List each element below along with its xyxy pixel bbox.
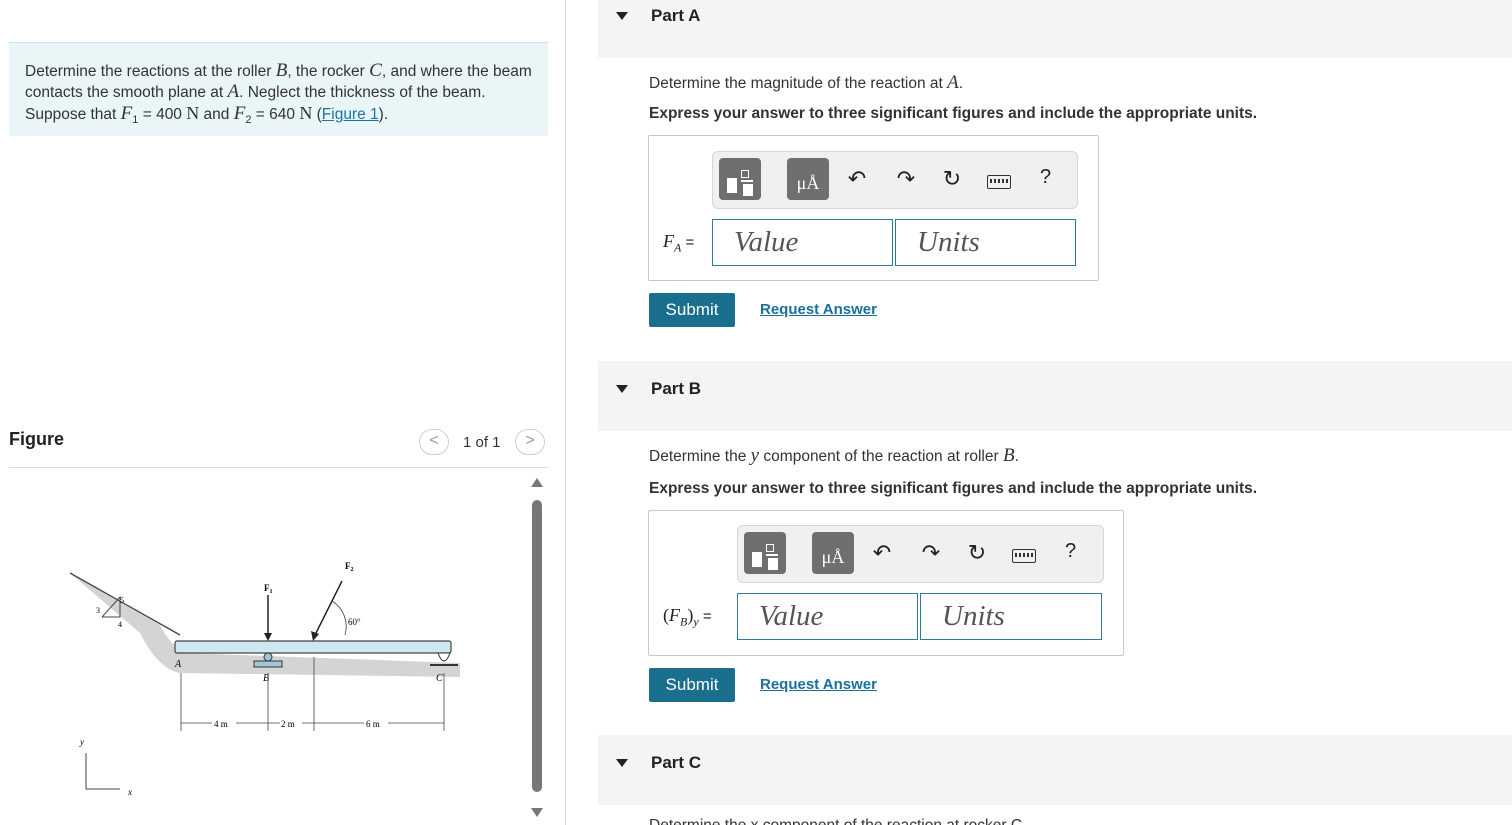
templates-button[interactable] xyxy=(719,158,761,200)
point-A-label: A xyxy=(174,659,182,670)
scroll-thumb[interactable] xyxy=(532,500,542,792)
units-input[interactable]: Units xyxy=(895,219,1076,266)
previous-figure-button[interactable]: < xyxy=(419,429,449,455)
slope-label-4: 4 xyxy=(118,620,122,629)
symbol-F1: F xyxy=(120,103,133,124)
scroll-down-arrow-icon[interactable] xyxy=(531,808,543,817)
templates-button[interactable] xyxy=(744,532,786,574)
figure-link[interactable]: Figure 1 xyxy=(322,106,379,123)
figure-scrollbar[interactable] xyxy=(530,478,544,821)
symbol-A: A xyxy=(947,72,959,93)
axis-x-label: x xyxy=(127,787,132,797)
part-c-title: Part C xyxy=(651,753,702,772)
force-F1-label: F1 xyxy=(264,583,273,595)
redo-icon[interactable]: ↷ xyxy=(918,540,944,566)
part-a-answer-box: μÅ ↶ ↷ ↻ ? FA = Value Units xyxy=(648,135,1099,281)
answer-label-FBy: (FB)y = xyxy=(663,605,712,629)
symbol-C: C xyxy=(369,60,382,81)
problem-text: = 640 xyxy=(251,106,300,123)
point-C-label: C xyxy=(436,673,443,684)
symbol-y: y xyxy=(750,445,760,466)
keyboard-icon[interactable] xyxy=(987,175,1011,189)
next-figure-button[interactable]: > xyxy=(515,429,545,455)
part-a-header[interactable]: Part A xyxy=(598,0,1512,58)
value-input[interactable]: Value xyxy=(712,219,893,266)
figure-header: Figure < 1 of 1 > xyxy=(9,424,548,468)
unit-N: N xyxy=(186,103,200,123)
force-F2-label: F2 xyxy=(345,561,354,573)
inclined-plane-line xyxy=(69,572,181,636)
unit-N: N xyxy=(299,103,313,123)
beam-figure: 3 4 5 F1 F2 60° A B C 4 m 2 m 6 m y x xyxy=(69,561,460,797)
symbol-A: A xyxy=(227,81,240,102)
symbol-B: B xyxy=(275,60,288,81)
rocker-C xyxy=(437,652,451,662)
answer-label-FA: FA = xyxy=(663,231,695,255)
force-F1-arrowhead xyxy=(264,633,272,641)
problem-statement: Determine the reactions at the roller B,… xyxy=(9,42,548,136)
slope-label-3: 3 xyxy=(96,606,100,615)
dim-4m-label: 4 m xyxy=(214,719,228,729)
math-toolbar: μÅ ↶ ↷ ↻ ? xyxy=(712,151,1078,209)
dim-6m-label: 6 m xyxy=(366,719,380,729)
units-input[interactable]: Units xyxy=(920,593,1102,640)
part-b-title: Part B xyxy=(651,379,702,398)
problem-text: = 400 xyxy=(138,106,187,123)
part-c-header[interactable]: Part C xyxy=(598,735,1512,805)
part-a-title: Part A xyxy=(651,6,701,25)
roller-B-base xyxy=(253,660,283,668)
collapse-caret-icon[interactable] xyxy=(616,12,628,20)
request-answer-link[interactable]: Request Answer xyxy=(760,676,877,693)
problem-text: , the rocker xyxy=(287,63,370,80)
problem-text: Determine the reactions at the roller xyxy=(25,63,276,80)
keyboard-icon[interactable] xyxy=(1012,549,1036,563)
angle-label: 60° xyxy=(348,617,361,627)
part-b-header[interactable]: Part B xyxy=(598,361,1512,431)
problem-text: ( xyxy=(312,106,322,123)
units-button[interactable]: μÅ xyxy=(787,158,829,200)
problem-text: and xyxy=(199,106,234,123)
beam xyxy=(174,640,452,654)
part-a-prompt: Determine the magnitude of the reaction … xyxy=(649,72,964,93)
part-a-instruction: Express your answer to three significant… xyxy=(649,105,1258,122)
problem-text: ). xyxy=(378,106,389,123)
units-button[interactable]: μÅ xyxy=(812,532,854,574)
help-icon[interactable]: ? xyxy=(1040,166,1051,189)
angle-arc xyxy=(331,600,347,636)
reset-icon[interactable]: ↻ xyxy=(939,166,965,192)
part-b-prompt: Determine the y component of the reactio… xyxy=(649,445,1019,466)
math-toolbar: μÅ ↶ ↷ ↻ ? xyxy=(737,525,1104,583)
problem-panel: Determine the reactions at the roller B,… xyxy=(0,0,566,825)
figure-title: Figure xyxy=(9,429,65,449)
dim-2m-label: 2 m xyxy=(281,719,295,729)
collapse-caret-icon[interactable] xyxy=(616,759,628,767)
submit-button[interactable]: Submit xyxy=(649,668,735,702)
part-b-instruction: Express your answer to three significant… xyxy=(649,480,1258,497)
request-answer-link[interactable]: Request Answer xyxy=(760,301,877,318)
redo-icon[interactable]: ↷ xyxy=(893,166,919,192)
force-F2-arrowhead xyxy=(311,631,319,641)
scroll-up-arrow-icon[interactable] xyxy=(531,478,543,487)
figure-pager-count: 1 of 1 xyxy=(463,434,501,451)
undo-icon[interactable]: ↶ xyxy=(869,540,895,566)
part-b-answer-box: μÅ ↶ ↷ ↻ ? (FB)y = Value Units xyxy=(648,510,1124,656)
roller-B xyxy=(263,652,273,662)
slope-label-5: 5 xyxy=(120,596,124,605)
value-input[interactable]: Value xyxy=(737,593,918,640)
symbol-B: B xyxy=(1002,445,1015,466)
reset-icon[interactable]: ↻ xyxy=(964,540,990,566)
axis-y-label: y xyxy=(79,737,84,747)
symbol-F2: F xyxy=(233,103,246,124)
submit-button[interactable]: Submit xyxy=(649,293,735,327)
collapse-caret-icon[interactable] xyxy=(616,385,628,393)
undo-icon[interactable]: ↶ xyxy=(844,166,870,192)
help-icon[interactable]: ? xyxy=(1065,540,1076,563)
part-c-prompt: Determine the x component of the reactio… xyxy=(649,817,1026,825)
coordinate-axes xyxy=(85,753,120,790)
force-F2-arrow xyxy=(314,580,343,636)
